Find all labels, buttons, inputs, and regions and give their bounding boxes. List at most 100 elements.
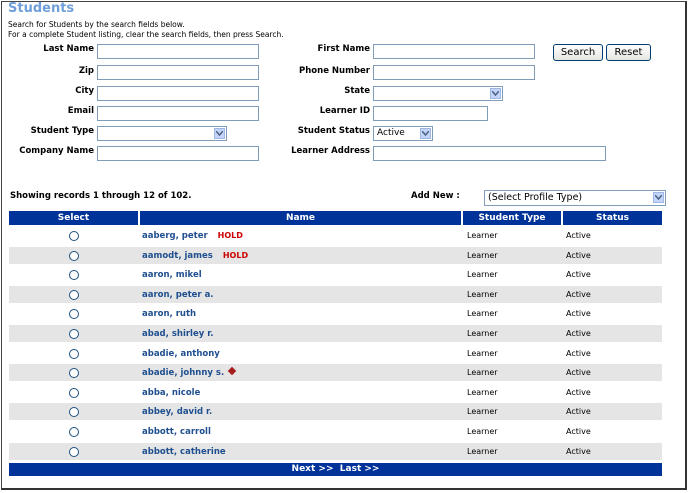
select-radio[interactable] bbox=[69, 407, 79, 418]
status-cell: Active bbox=[566, 446, 591, 456]
status-cell: Active bbox=[566, 348, 591, 358]
first-name-input[interactable] bbox=[373, 44, 535, 59]
zip-input[interactable] bbox=[97, 65, 259, 80]
state-select[interactable] bbox=[373, 86, 503, 101]
last-link[interactable]: Last >> bbox=[340, 464, 380, 474]
name-cell: aaron, mikel bbox=[142, 266, 202, 283]
name-cell: abba, nicole bbox=[142, 384, 200, 401]
student-name-link[interactable]: aaron, ruth bbox=[142, 309, 196, 319]
name-cell: abadie, johnny s. bbox=[142, 364, 237, 381]
last-name-label: Last Name bbox=[43, 44, 94, 54]
select-radio[interactable] bbox=[69, 427, 79, 437]
status-cell: Active bbox=[566, 309, 591, 319]
student-name-link[interactable]: aaberg, peter bbox=[142, 231, 208, 241]
city-input[interactable] bbox=[97, 86, 259, 101]
profile-type-value: (Select Profile Type) bbox=[488, 192, 583, 203]
student-name-link[interactable]: abadie, johnny s. bbox=[142, 368, 224, 378]
student-name-link[interactable]: aaron, peter a. bbox=[142, 290, 214, 300]
student-name-link[interactable]: abad, shirley r. bbox=[142, 329, 213, 339]
zip-label: Zip bbox=[78, 66, 94, 76]
email-input[interactable] bbox=[97, 106, 259, 121]
student-name-link[interactable]: aamodt, james bbox=[142, 251, 213, 261]
select-radio[interactable] bbox=[69, 387, 79, 398]
company-name-label: Company Name bbox=[19, 146, 94, 156]
table-row: abbott, carroll Learner Active bbox=[9, 423, 662, 440]
student-name-link[interactable]: abadie, anthony bbox=[142, 349, 220, 359]
name-cell: abad, shirley r. bbox=[142, 325, 213, 342]
phone-input[interactable] bbox=[373, 65, 535, 80]
student-type-cell: Learner bbox=[467, 270, 498, 280]
company-name-input[interactable] bbox=[97, 146, 259, 161]
student-type-cell: Learner bbox=[467, 427, 498, 436]
student-type-cell: Learner bbox=[467, 387, 498, 397]
select-radio[interactable] bbox=[69, 348, 79, 359]
student-type-cell: Learner bbox=[467, 289, 498, 299]
student-name-link[interactable]: abba, nicole bbox=[142, 388, 200, 398]
name-cell: abbott, catherine bbox=[142, 443, 226, 460]
first-name-label: First Name bbox=[317, 44, 370, 54]
name-cell: aaberg, peter HOLD bbox=[142, 227, 243, 244]
select-radio[interactable] bbox=[69, 368, 79, 379]
status-cell: Active bbox=[566, 231, 591, 240]
select-radio[interactable] bbox=[69, 250, 79, 261]
student-status-label: Student Status bbox=[297, 126, 370, 136]
instruction-line: For a complete Student listing, clear th… bbox=[8, 30, 284, 39]
student-status-select[interactable]: Active bbox=[373, 126, 433, 141]
instruction-line: Search for Students by the search fields… bbox=[8, 20, 185, 29]
student-name-link[interactable]: abbey, david r. bbox=[142, 407, 212, 417]
student-type-cell: Learner bbox=[467, 329, 498, 338]
learner-address-input[interactable] bbox=[373, 146, 606, 161]
name-cell: abbott, carroll bbox=[142, 423, 211, 440]
student-type-cell: Learner bbox=[467, 407, 498, 417]
student-type-label: Student Type bbox=[30, 126, 94, 136]
page-title: Students bbox=[8, 1, 75, 16]
table-row: aaberg, peter HOLD Learner Active bbox=[9, 227, 662, 244]
last-name-input[interactable] bbox=[97, 44, 259, 59]
name-cell: aamodt, james HOLD bbox=[142, 247, 248, 264]
status-cell: Active bbox=[566, 407, 591, 417]
select-radio[interactable] bbox=[69, 270, 79, 281]
select-radio[interactable] bbox=[69, 446, 79, 457]
status-cell: Active bbox=[566, 368, 591, 378]
student-type-cell: Learner bbox=[467, 250, 498, 260]
table-row: aaron, mikel Learner Active bbox=[9, 266, 662, 283]
student-name-link[interactable]: abbott, catherine bbox=[142, 447, 226, 457]
student-name-link[interactable]: abbott, carroll bbox=[142, 427, 211, 437]
reset-button[interactable]: Reset bbox=[606, 44, 651, 61]
chevron-down-icon[interactable] bbox=[420, 128, 431, 139]
name-cell: aaron, peter a. bbox=[142, 286, 214, 303]
search-button[interactable]: Search bbox=[553, 44, 603, 61]
student-type-cell: Learner bbox=[467, 309, 498, 319]
chevron-down-icon[interactable] bbox=[653, 192, 664, 203]
table-row: aaron, peter a. Learner Active bbox=[9, 285, 662, 303]
select-radio[interactable] bbox=[69, 289, 79, 300]
email-label: Email bbox=[67, 106, 94, 116]
table-row: abadie, johnny s. Learner Active bbox=[9, 364, 662, 382]
pagination: Next >> Last >> bbox=[9, 463, 662, 476]
chevron-down-icon[interactable] bbox=[214, 128, 225, 139]
hold-badge: HOLD bbox=[217, 231, 243, 240]
profile-type-select[interactable]: (Select Profile Type) bbox=[484, 190, 666, 206]
status-cell: Active bbox=[566, 387, 591, 397]
learner-id-input[interactable] bbox=[373, 106, 488, 121]
table-row: abadie, anthony Learner Active bbox=[9, 345, 662, 362]
add-new-label: Add New : bbox=[411, 191, 460, 201]
next-link[interactable]: Next >> bbox=[292, 464, 334, 474]
select-radio[interactable] bbox=[69, 231, 79, 241]
state-label: State bbox=[344, 86, 370, 96]
select-radio[interactable] bbox=[69, 329, 79, 339]
select-radio[interactable] bbox=[69, 309, 79, 320]
instructions: Search for Students by the search fields… bbox=[8, 20, 284, 40]
chevron-down-icon[interactable] bbox=[490, 88, 501, 99]
student-type-select[interactable] bbox=[97, 126, 227, 141]
column-header-student-type: Student Type bbox=[463, 211, 561, 225]
learner-id-label: Learner ID bbox=[319, 106, 370, 116]
name-cell: abadie, anthony bbox=[142, 345, 220, 362]
student-type-cell: Learner bbox=[467, 368, 498, 378]
student-name-link[interactable]: aaron, mikel bbox=[142, 270, 202, 280]
hold-badge: HOLD bbox=[222, 250, 249, 260]
name-cell: abbey, david r. bbox=[142, 403, 212, 420]
status-cell: Active bbox=[566, 250, 591, 260]
student-type-cell: Learner bbox=[467, 231, 498, 240]
status-cell: Active bbox=[566, 289, 591, 299]
